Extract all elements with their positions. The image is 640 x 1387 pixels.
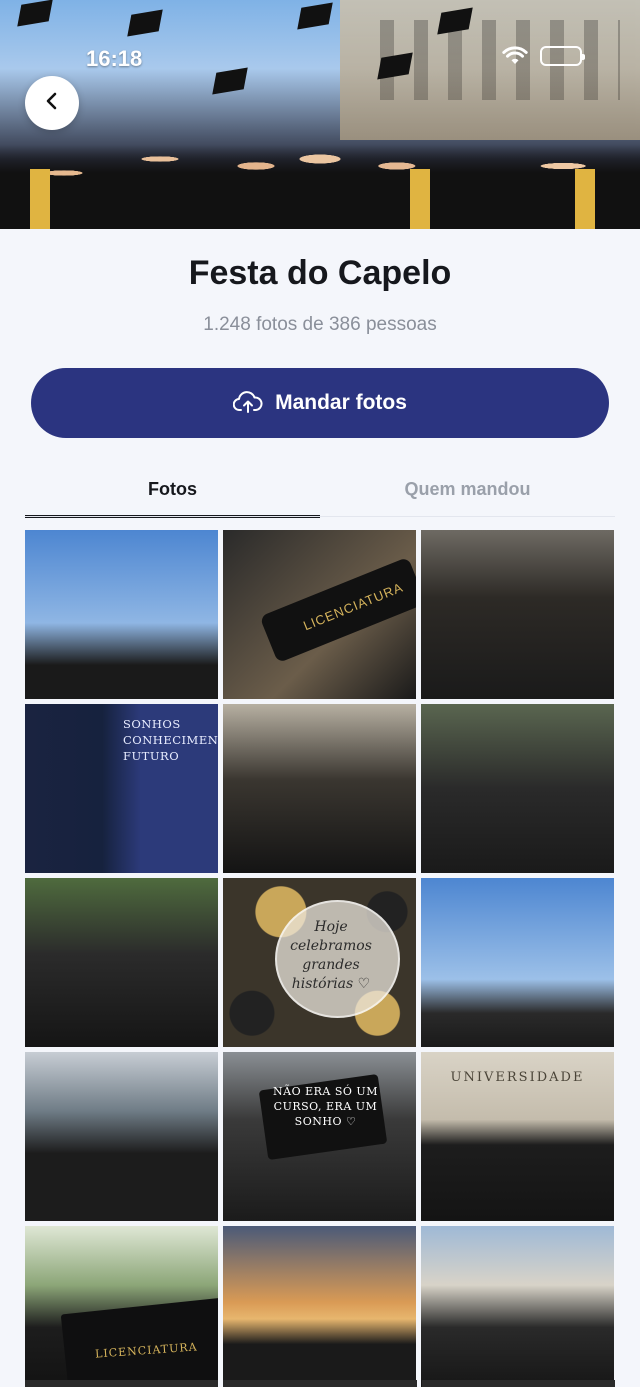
photo-thumbnail[interactable] [25, 1380, 219, 1387]
photo-grid: LICENCIATURA SONHOS CONHECIMENTO FUTURO … [25, 530, 615, 1387]
photo-thumbnail[interactable] [223, 704, 416, 873]
photo-thumbnail[interactable] [25, 878, 218, 1047]
hero-crowd [0, 89, 640, 229]
chevron-left-icon [41, 90, 63, 117]
photo-thumbnail[interactable]: LICENCIATURA [25, 1226, 218, 1387]
cap-text: NÃO ERA SÓ UM CURSO, ERA UM SONHO ♡ [273, 1085, 378, 1128]
hero-sash [575, 169, 595, 229]
photo-thumbnail[interactable] [25, 1052, 218, 1221]
flying-cap [17, 0, 53, 27]
banner-text: SONHOS CONHECIMENTO FUTURO [123, 717, 218, 763]
hero-sash [30, 169, 50, 229]
balloon-text: Hoje celebramos grandes histórias ♡ [290, 919, 372, 992]
wifi-icon [502, 46, 528, 66]
status-time: 16:18 [86, 46, 143, 71]
photo-count: 1.248 fotos de 386 pessoas [203, 314, 437, 335]
photo-thumbnail[interactable] [421, 878, 614, 1047]
page-title: Festa do Capelo [188, 254, 452, 292]
photo-thumbnail[interactable]: LICENCIATURA [223, 530, 416, 699]
next-row-peek [25, 1380, 615, 1387]
back-button[interactable] [25, 76, 79, 130]
tab-bar: Fotos Quem mandou [25, 468, 615, 518]
upload-button-label: Mandar fotos [275, 391, 407, 414]
tab-contributors[interactable]: Quem mandou [320, 468, 615, 518]
photo-thumbnail[interactable]: SONHOS CONHECIMENTO FUTURO [25, 704, 218, 873]
photo-thumbnail[interactable]: UNIVERSIDADE [421, 1052, 614, 1221]
flying-cap [127, 9, 163, 37]
tab-photos[interactable]: Fotos [25, 468, 320, 518]
diploma-roll-text: LICENCIATURA [259, 556, 416, 664]
battery-icon [540, 46, 585, 66]
status-icons [502, 46, 585, 66]
tabs-divider [25, 516, 615, 517]
flying-cap [297, 2, 333, 30]
cloud-upload-icon [233, 391, 263, 415]
photo-thumbnail[interactable]: NÃO ERA SÓ UM CURSO, ERA UM SONHO ♡ [223, 1052, 416, 1221]
photo-thumbnail[interactable] [223, 1226, 416, 1387]
photo-thumbnail[interactable] [421, 1226, 614, 1387]
photo-thumbnail[interactable] [421, 1380, 615, 1387]
photo-thumbnail[interactable] [421, 704, 614, 873]
cover-photo [0, 0, 640, 229]
building-text: UNIVERSIDADE [450, 1070, 585, 1085]
upload-photos-button[interactable]: Mandar fotos [31, 368, 609, 438]
photo-thumbnail[interactable] [223, 1380, 417, 1387]
hero-sash [410, 169, 430, 229]
photo-thumbnail[interactable] [25, 530, 218, 699]
photo-thumbnail[interactable] [421, 530, 614, 699]
photo-thumbnail[interactable]: Hoje celebramos grandes histórias ♡ [223, 878, 416, 1047]
